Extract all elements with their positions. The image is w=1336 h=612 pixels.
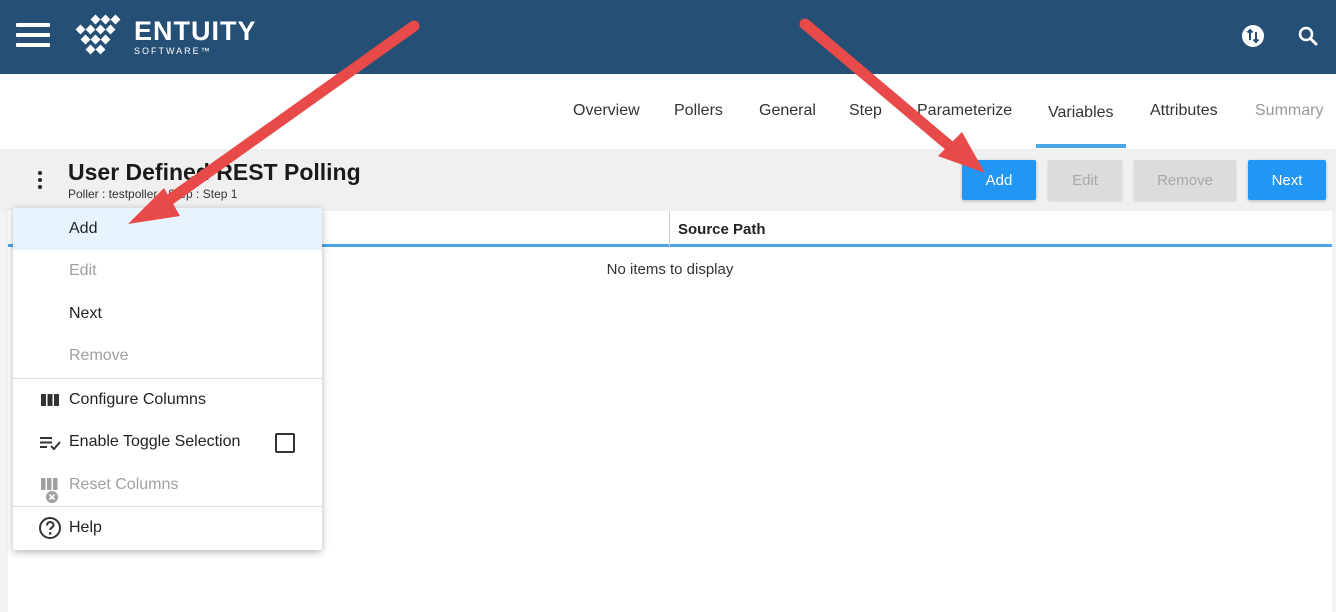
top-bar: ENTUITY SOFTWARE™ (0, 0, 1336, 74)
menu-item-label: Reset Columns (69, 476, 179, 493)
page-subtitle: Poller : testpoller · Step : Step 1 (68, 187, 238, 201)
toggle-selection-checkbox[interactable] (275, 433, 295, 453)
help-icon (39, 517, 63, 539)
tab-step[interactable]: Step (849, 102, 882, 120)
active-tab-indicator (1036, 144, 1126, 148)
tab-variables[interactable]: Variables (1048, 104, 1114, 122)
columns-icon (39, 389, 63, 411)
column-divider[interactable] (669, 211, 670, 247)
logo-subtext: SOFTWARE™ (134, 46, 212, 56)
page-title: User Defined REST Polling (68, 159, 361, 185)
tab-attributes[interactable]: Attributes (1150, 102, 1218, 120)
menu-item-label: Remove (69, 347, 129, 364)
wizard-tab-bar: Overview Pollers General Step Parameteri… (0, 74, 1336, 149)
menu-item-label: Enable Toggle Selection (69, 433, 241, 450)
menu-item-label: Add (69, 220, 98, 237)
tab-parameterize[interactable]: Parameterize (917, 102, 1012, 120)
menu-item-help[interactable]: Help (13, 507, 322, 549)
menu-item-remove[interactable]: Remove (13, 335, 322, 377)
swap-icon[interactable] (1241, 24, 1265, 48)
menu-item-add[interactable]: Add (13, 208, 322, 250)
tab-summary[interactable]: Summary (1255, 102, 1323, 120)
remove-button[interactable]: Remove (1134, 160, 1236, 200)
menu-item-configure-columns[interactable]: Configure Columns (13, 379, 322, 421)
reset-columns-icon (39, 474, 63, 503)
tab-pollers[interactable]: Pollers (674, 102, 723, 120)
actions-menu: Add Edit Next Remove Configure Columns E… (13, 208, 322, 550)
column-header-source-path[interactable]: Source Path (678, 221, 766, 238)
menu-item-label: Edit (69, 262, 97, 279)
menu-item-reset-columns[interactable]: Reset Columns (13, 464, 322, 506)
logo-mark-icon (75, 14, 121, 55)
menu-item-enable-toggle-selection[interactable]: Enable Toggle Selection (13, 421, 322, 463)
next-button[interactable]: Next (1248, 160, 1326, 200)
tab-overview[interactable]: Overview (573, 102, 640, 120)
menu-icon[interactable] (16, 23, 50, 47)
menu-item-label: Next (69, 305, 102, 322)
menu-item-edit[interactable]: Edit (13, 250, 322, 292)
tab-general[interactable]: General (759, 102, 816, 120)
list-check-icon (39, 431, 63, 453)
menu-item-label: Configure Columns (69, 391, 206, 408)
more-actions-icon[interactable] (30, 169, 50, 193)
menu-item-label: Help (69, 519, 102, 536)
search-icon[interactable] (1296, 24, 1320, 48)
edit-button[interactable]: Edit (1048, 160, 1122, 200)
menu-item-next[interactable]: Next (13, 293, 322, 335)
logo-text: ENTUITY (134, 16, 257, 46)
add-button[interactable]: Add (962, 160, 1036, 200)
entuity-logo: ENTUITY SOFTWARE™ (72, 14, 256, 60)
page-header: User Defined REST Polling Poller : testp… (0, 149, 1336, 211)
